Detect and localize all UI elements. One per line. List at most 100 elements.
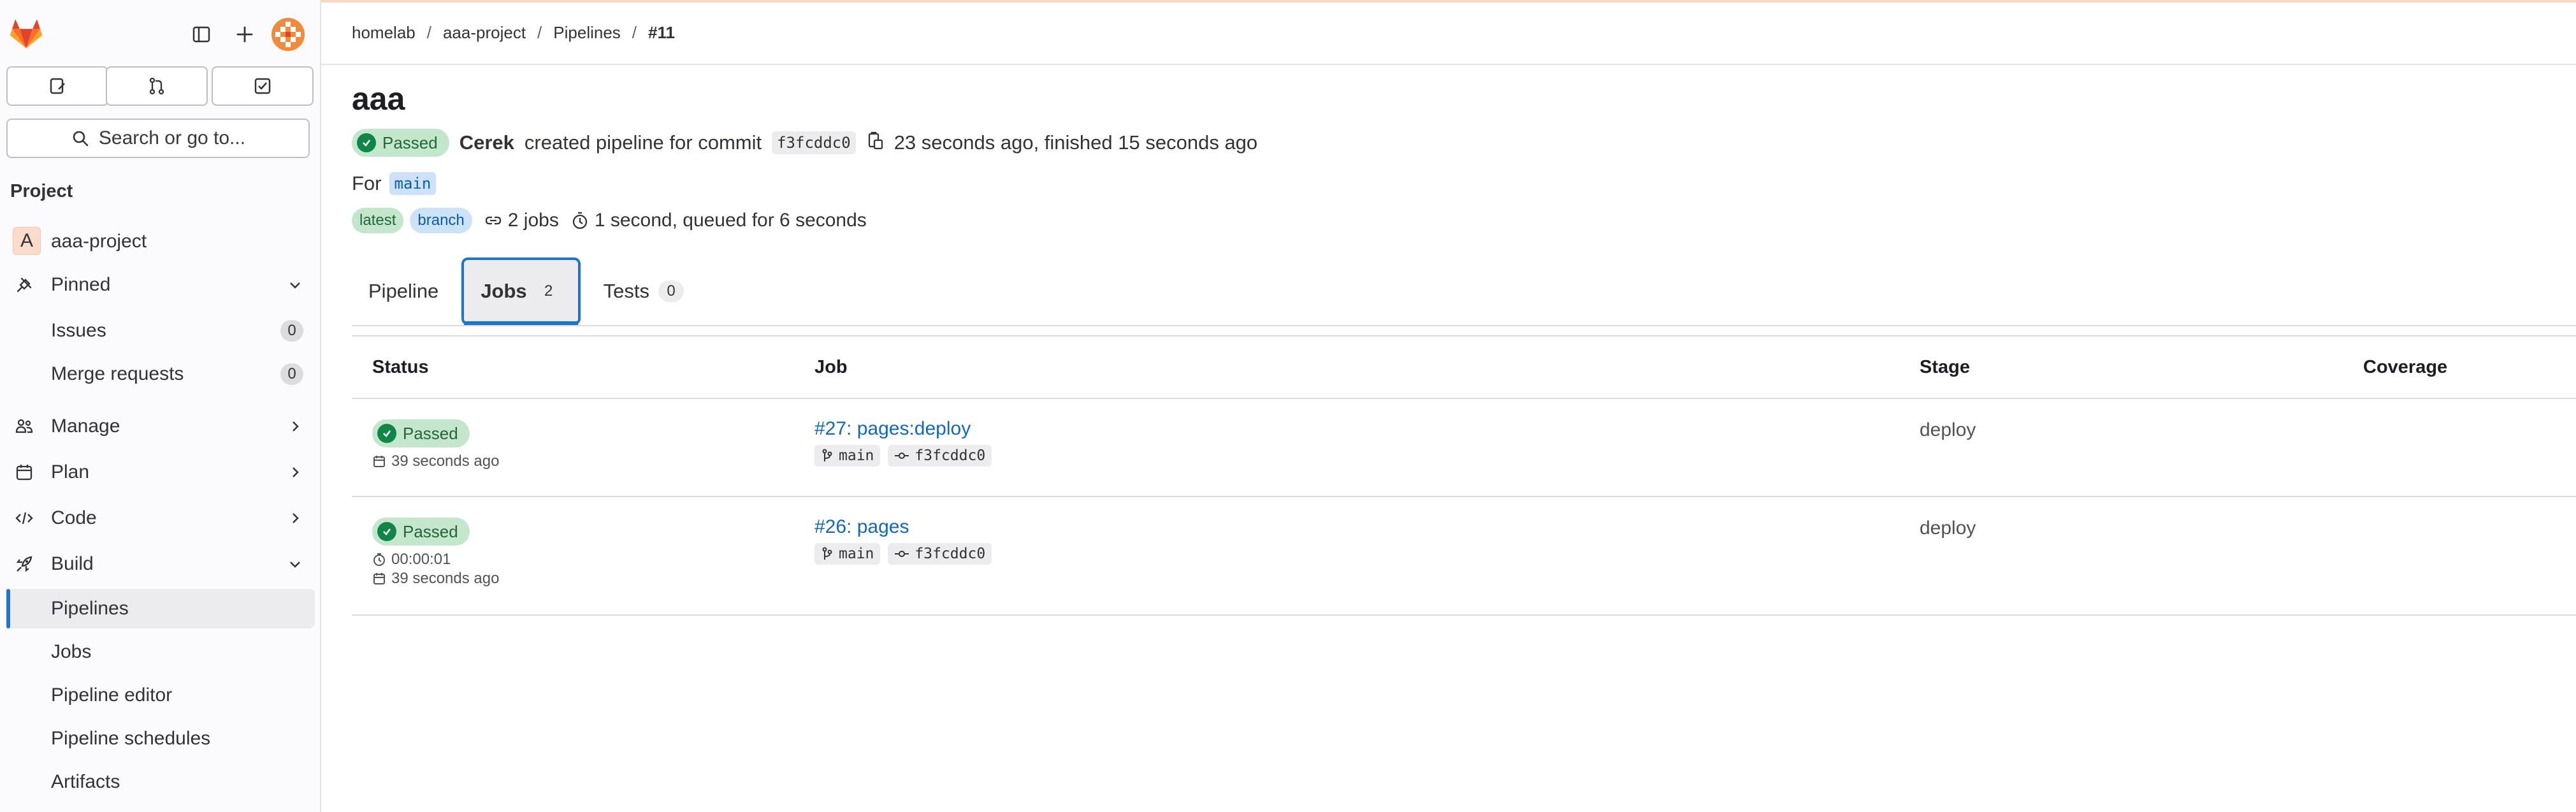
user-avatar[interactable] (271, 18, 305, 51)
row-divider (352, 614, 2576, 616)
assigned-issues-button[interactable] (6, 66, 108, 106)
status-label: Passed (403, 423, 458, 443)
table-row-status: Passed 00:00:01 39 seconds ago (372, 518, 499, 588)
job-created: 39 seconds ago (372, 453, 499, 470)
job-link[interactable]: #27: pages:deploy (814, 418, 971, 439)
search-icon (73, 131, 89, 147)
sidebar-project-link[interactable]: A aaa-project (6, 222, 315, 261)
sidebar-item-plan[interactable]: Plan (6, 453, 315, 492)
todo-list-button[interactable] (212, 66, 314, 106)
sidebar-header (0, 0, 321, 66)
sidebar-item-build[interactable]: Build (6, 544, 315, 584)
breadcrumb-separator: / (632, 23, 637, 42)
commit-sha: f3fcddc0 (915, 447, 986, 464)
breadcrumb-homelab[interactable]: homelab (352, 23, 416, 43)
rocket-icon (14, 554, 34, 574)
sidebar-item-pipeline-editor[interactable]: Pipeline editor (6, 676, 315, 715)
chevron-down-icon (290, 282, 300, 289)
commit-chip[interactable]: f3fcddc0 (888, 543, 992, 565)
sidebar-item-issues[interactable]: Issues 0 (6, 311, 315, 351)
created-time: 39 seconds ago (391, 570, 500, 587)
users-icon (14, 416, 34, 437)
merge-request-icon (149, 77, 164, 95)
merge-requests-button[interactable] (106, 66, 208, 106)
status-label: Passed (382, 133, 438, 152)
project-name: aaa-project (51, 231, 147, 252)
tab-label: Jobs (481, 280, 527, 302)
ref-link[interactable]: main (389, 172, 437, 195)
table-row-job: #26: pages main f3fcddc0 (814, 516, 992, 565)
job-refs: main f3fcddc0 (814, 543, 992, 565)
sidebar-item-pinned[interactable]: Pinned (6, 265, 315, 305)
chevron-right-icon (293, 467, 299, 477)
sidebar-item-label: Build (51, 553, 94, 574)
copy-icon[interactable] (866, 131, 884, 155)
job-stage: deploy (1920, 419, 1976, 440)
sidebar-toggle-icon[interactable] (187, 20, 215, 48)
job-status-badge[interactable]: Passed (372, 419, 470, 447)
pipeline-tabs: Pipeline Jobs 2 Tests 0 (352, 257, 700, 325)
tag-latest[interactable]: latest (352, 208, 404, 233)
for-label: For (352, 172, 382, 194)
issues-count-badge: 0 (280, 320, 303, 342)
breadcrumb-separator: / (426, 23, 431, 42)
top-accent-line (321, 0, 2576, 3)
active-item-indicator (6, 589, 10, 628)
breadcrumb-current[interactable]: #11 (648, 23, 675, 43)
create-new-icon[interactable] (231, 20, 259, 48)
branch-icon (822, 547, 832, 560)
action-text: created pipeline for commit (524, 131, 762, 154)
branch-chip[interactable]: main (814, 445, 881, 467)
sidebar-item-pipeline-schedules[interactable]: Pipeline schedules (6, 719, 315, 758)
sidebar-item-code[interactable]: Code (6, 498, 315, 538)
job-refs: main f3fcddc0 (814, 445, 992, 467)
search-button[interactable]: Search or go to... (6, 119, 310, 158)
pipeline-duration: 1 second, queued for 6 seconds (570, 210, 867, 231)
tag-branch[interactable]: branch (410, 208, 472, 233)
author-link[interactable]: Cerek (459, 131, 514, 154)
pipeline-timing: 23 seconds ago, finished 15 seconds ago (894, 131, 1258, 154)
sidebar-item-label: Manage (51, 416, 120, 437)
commit-sha[interactable]: f3fcddc0 (772, 131, 856, 154)
sidebar-item-artifacts[interactable]: Artifacts (6, 762, 315, 802)
project-avatar: A (13, 227, 41, 255)
todo-check-icon (254, 78, 271, 94)
ref-line: For main (352, 172, 437, 195)
sidebar-section-title: Project (10, 181, 73, 201)
status-badge[interactable]: Passed (352, 129, 449, 157)
breadcrumb: homelab / aaa-project / Pipelines / #11 (352, 23, 675, 43)
merge-requests-count-badge: 0 (280, 363, 303, 385)
sidebar-item-label: Merge requests (51, 363, 184, 384)
pipeline-tags: latest branch 2 jobs 1 second, queued fo… (352, 208, 867, 233)
job-status-badge[interactable]: Passed (372, 518, 470, 546)
status-success-icon (377, 424, 396, 443)
sidebar-item-label: Issues (51, 320, 106, 341)
breadcrumb-pipelines[interactable]: Pipelines (553, 23, 621, 43)
sidebar-item-jobs[interactable]: Jobs (6, 632, 315, 672)
calendar-icon (373, 456, 385, 467)
branch-chip[interactable]: main (814, 543, 881, 565)
job-stage: deploy (1920, 518, 1976, 539)
tab-pipeline[interactable]: Pipeline (352, 257, 455, 325)
tab-jobs[interactable]: Jobs 2 (461, 257, 581, 325)
calendar-icon (373, 573, 385, 584)
sidebar-item-merge-requests[interactable]: Merge requests 0 (6, 354, 315, 394)
job-created: 39 seconds ago (372, 570, 499, 588)
table-row-job: #27: pages:deploy main f3fcddc0 (814, 418, 992, 467)
sidebar-item-label: Code (51, 507, 97, 528)
sidebar-item-pipelines[interactable]: Pipelines (6, 589, 315, 628)
commit-icon (895, 453, 909, 459)
tab-count: 2 (544, 282, 553, 300)
tabs-divider (352, 325, 2576, 326)
sidebar-item-manage[interactable]: Manage (6, 407, 315, 446)
sidebar-item-label: Pipelines (51, 598, 129, 619)
sidebar-item-label: Pinned (51, 274, 111, 295)
tab-label: Pipeline (368, 280, 439, 302)
commit-chip[interactable]: f3fcddc0 (888, 445, 992, 467)
job-link[interactable]: #26: pages (814, 516, 909, 537)
gitlab-logo-icon[interactable] (9, 17, 43, 50)
tab-label: Tests (603, 280, 650, 302)
tab-tests[interactable]: Tests 0 (587, 257, 700, 325)
branch-name: main (839, 546, 874, 562)
breadcrumb-project[interactable]: aaa-project (443, 23, 526, 43)
